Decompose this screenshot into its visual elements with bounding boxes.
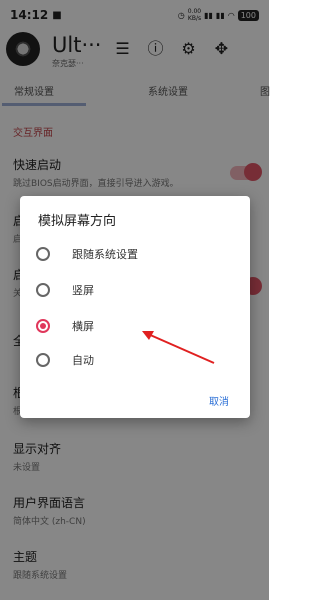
annotation-arrow bbox=[142, 331, 215, 364]
